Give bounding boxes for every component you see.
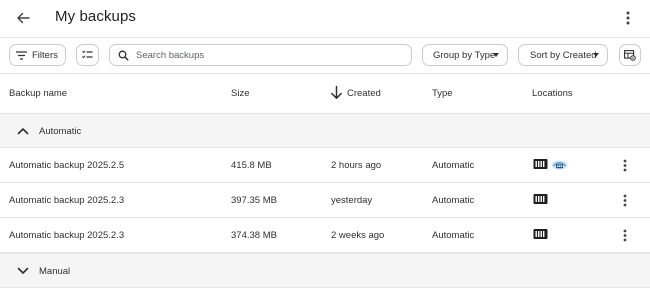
cloud-icon	[551, 160, 568, 170]
column-header-size[interactable]: Size	[231, 88, 249, 99]
group-header-automatic[interactable]: Automatic	[0, 113, 650, 148]
dropdown-arrow-icon	[493, 53, 499, 57]
nas-icon	[533, 194, 548, 204]
sort-by-label: Sort by Created	[530, 49, 597, 61]
table-row[interactable]: Automatic backup 2025.2.3 397.35 MB yest…	[0, 183, 650, 218]
backup-size: 397.35 MB	[231, 195, 277, 206]
row-more-button[interactable]	[616, 191, 634, 209]
table-settings-button[interactable]	[619, 44, 641, 66]
more-vert-icon	[623, 194, 627, 206]
sort-by-dropdown[interactable]: Sort by Created	[518, 44, 608, 66]
page-title: My backups	[55, 8, 137, 25]
group-by-label: Group by Type	[433, 49, 496, 61]
backup-locations	[533, 193, 548, 205]
row-more-button[interactable]	[616, 226, 634, 244]
backup-locations	[533, 158, 568, 170]
group-by-dropdown[interactable]: Group by Type	[422, 44, 508, 66]
arrow-left-icon	[17, 12, 30, 24]
backup-type: Automatic	[432, 230, 475, 241]
backup-created: 2 hours ago	[331, 160, 382, 171]
chevron-up-icon	[17, 128, 29, 135]
backup-size: 374.38 MB	[231, 230, 277, 241]
more-vert-icon	[626, 11, 630, 25]
more-vert-icon	[623, 229, 627, 241]
column-header-name[interactable]: Backup name	[9, 88, 67, 99]
backup-type: Automatic	[432, 195, 475, 206]
table-settings-icon	[624, 49, 636, 61]
backup-name: Automatic backup 2025.2.5	[9, 160, 125, 171]
filters-label: Filters	[32, 49, 58, 61]
backup-name: Automatic backup 2025.2.3	[9, 195, 125, 206]
search-box[interactable]	[109, 44, 412, 66]
backup-name: Automatic backup 2025.2.3	[9, 230, 125, 241]
table-top-divider	[0, 73, 650, 74]
group-label: Manual	[39, 266, 71, 277]
search-icon	[118, 50, 129, 61]
nas-icon	[533, 229, 548, 239]
checklist-icon	[82, 50, 93, 59]
group-label: Automatic	[39, 126, 82, 137]
backup-created: yesterday	[331, 195, 373, 206]
backup-created: 2 weeks ago	[331, 230, 385, 241]
backup-size: 415.8 MB	[231, 160, 272, 171]
search-input[interactable]	[136, 49, 396, 61]
more-vert-icon	[623, 159, 627, 171]
dropdown-arrow-icon	[593, 53, 599, 57]
filters-button[interactable]: Filters	[9, 44, 66, 66]
backup-type: Automatic	[432, 160, 475, 171]
back-button[interactable]	[12, 7, 34, 29]
row-more-button[interactable]	[616, 156, 634, 174]
table-row[interactable]: Automatic backup 2025.2.5 415.8 MB 2 hou…	[0, 148, 650, 183]
column-header-type[interactable]: Type	[432, 88, 453, 99]
nas-icon	[533, 159, 548, 169]
filter-list-icon	[16, 50, 27, 60]
chevron-down-icon	[17, 267, 29, 274]
backup-locations	[533, 228, 548, 240]
group-header-manual[interactable]: Manual	[0, 253, 650, 288]
toolbar-divider	[0, 37, 650, 38]
sort-descending-icon[interactable]	[330, 85, 343, 100]
table-row[interactable]: Automatic backup 2025.2.3 374.38 MB 2 we…	[0, 218, 650, 253]
column-header-created[interactable]: Created	[347, 88, 381, 99]
selection-mode-button[interactable]	[76, 44, 99, 66]
more-options-button[interactable]	[618, 8, 638, 28]
column-header-locations[interactable]: Locations	[532, 88, 573, 99]
